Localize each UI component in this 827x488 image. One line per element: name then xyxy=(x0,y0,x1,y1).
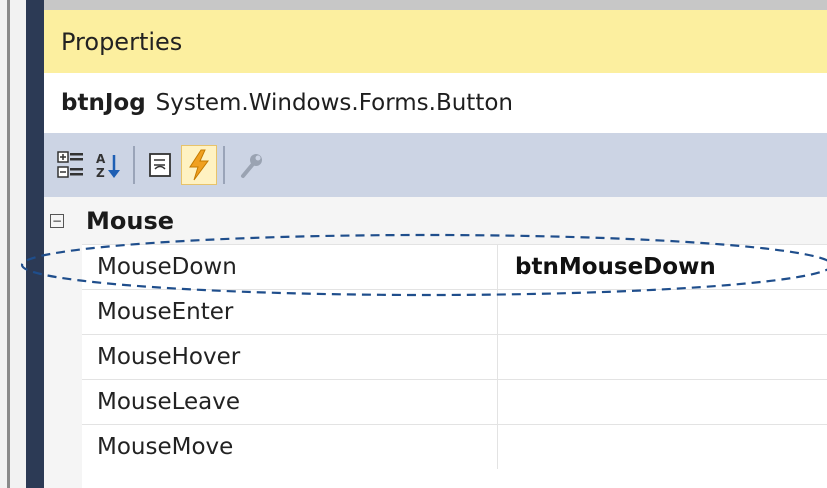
property-row-mouseleave[interactable]: MouseLeave xyxy=(82,379,827,424)
object-selector[interactable]: btnJog System.Windows.Forms.Button xyxy=(44,73,827,133)
property-grid: − Mouse MouseDown btnMouseDown MouseEnte… xyxy=(44,197,827,488)
alphabetical-sort-icon: A Z xyxy=(96,152,120,180)
property-value[interactable] xyxy=(497,425,827,469)
property-name: MouseEnter xyxy=(97,299,234,325)
property-name: MouseLeave xyxy=(97,389,241,415)
svg-text:A: A xyxy=(96,152,106,166)
properties-title-bar[interactable]: Properties xyxy=(44,10,827,73)
dock-strip xyxy=(26,0,44,488)
svg-text:Z: Z xyxy=(96,166,105,180)
properties-page-icon xyxy=(149,153,171,177)
property-row-mousedown[interactable]: MouseDown btnMouseDown xyxy=(82,244,827,289)
category-mouse[interactable]: − Mouse xyxy=(44,197,827,244)
window-edge xyxy=(7,0,10,488)
property-pages-button[interactable] xyxy=(233,145,269,185)
panel-title: Properties xyxy=(61,27,183,56)
grid-gutter xyxy=(44,244,82,488)
toolbar-separator xyxy=(223,146,225,184)
events-lightning-icon xyxy=(189,149,209,181)
property-value[interactable]: btnMouseDown xyxy=(497,245,827,289)
top-border xyxy=(44,0,827,10)
toolbar-separator xyxy=(133,146,135,184)
wrench-icon xyxy=(241,154,262,178)
categorized-button[interactable] xyxy=(53,145,89,185)
property-row-mousehover[interactable]: MouseHover xyxy=(82,334,827,379)
properties-toolbar: A Z xyxy=(44,133,827,197)
property-name: MouseMove xyxy=(97,434,234,460)
properties-button[interactable] xyxy=(143,145,179,185)
object-type: System.Windows.Forms.Button xyxy=(155,90,513,116)
object-name: btnJog xyxy=(61,90,146,116)
events-button[interactable] xyxy=(181,145,217,185)
property-value[interactable] xyxy=(497,335,827,379)
property-value[interactable] xyxy=(497,380,827,424)
property-row-mousemove[interactable]: MouseMove xyxy=(82,424,827,469)
property-name: MouseHover xyxy=(97,344,241,370)
property-value[interactable] xyxy=(497,290,827,334)
categorized-icon xyxy=(57,151,83,178)
collapse-toggle-icon[interactable]: − xyxy=(50,213,64,228)
left-window-chrome xyxy=(0,0,26,488)
alphabetical-button[interactable]: A Z xyxy=(91,145,127,185)
property-row-mouseenter[interactable]: MouseEnter xyxy=(82,289,827,334)
category-label: Mouse xyxy=(86,206,175,235)
property-name: MouseDown xyxy=(97,254,237,280)
